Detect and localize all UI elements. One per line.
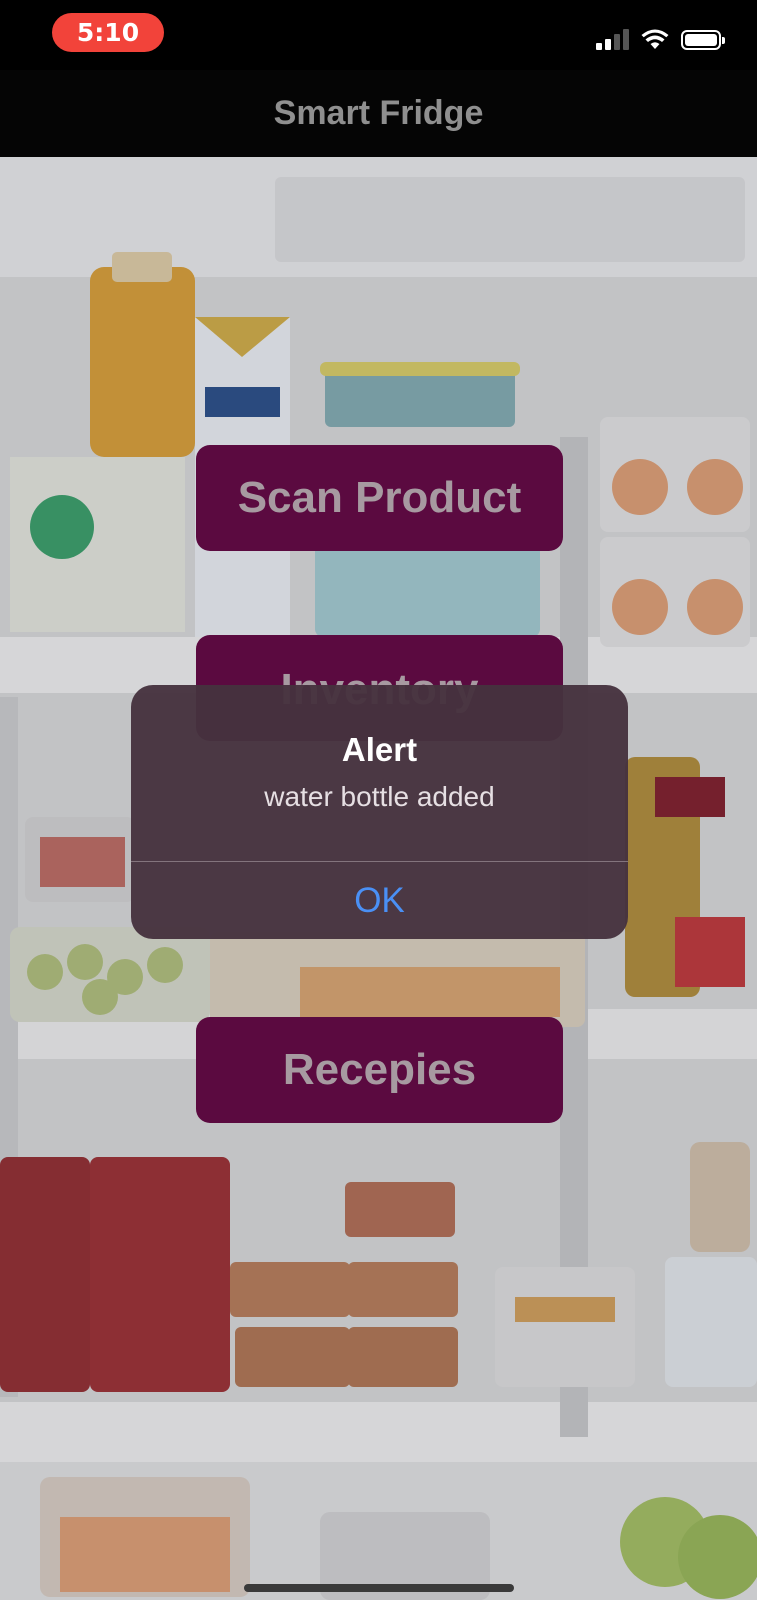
home-indicator[interactable] [244, 1584, 514, 1592]
cellular-signal-icon [596, 28, 629, 50]
alert-ok-button[interactable]: OK [131, 862, 628, 939]
wifi-icon [641, 29, 669, 49]
status-time: 5:10 [52, 13, 164, 52]
alert-title: Alert [341, 731, 418, 768]
navigation-bar: Smart Fridge [0, 70, 757, 157]
alert-message: water bottle added [264, 781, 495, 812]
status-bar: 5:10 [0, 0, 757, 70]
page-title: Smart Fridge [273, 94, 484, 132]
status-icons [596, 24, 725, 50]
battery-full-icon [681, 30, 725, 50]
recipes-button[interactable]: Recepies [196, 1017, 563, 1123]
alert-dialog: Alert water bottle added OK [131, 685, 628, 939]
scan-product-button[interactable]: Scan Product [196, 445, 563, 551]
